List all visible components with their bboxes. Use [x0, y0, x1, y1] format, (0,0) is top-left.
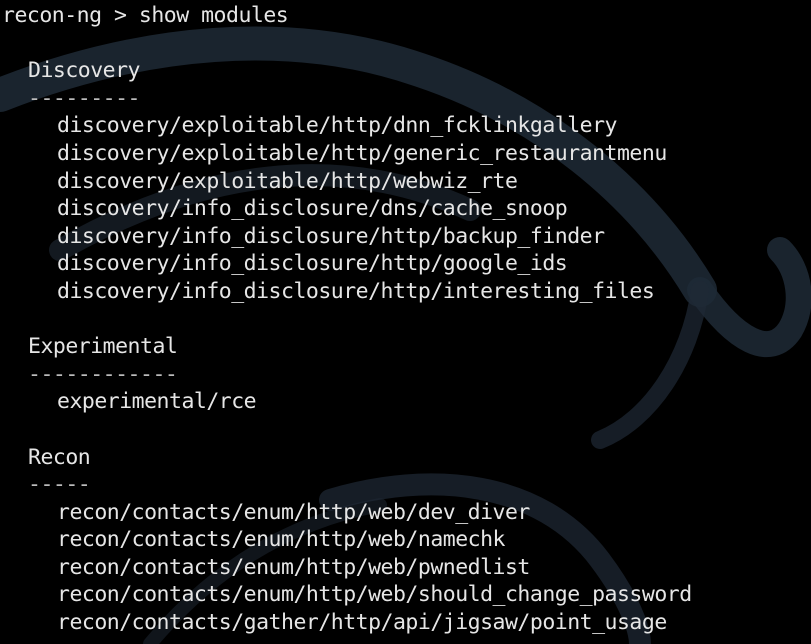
section-rule: ----- [28, 472, 91, 498]
module-item: discovery/info_disclosure/dns/cache_snoo… [57, 196, 568, 222]
command-line: recon-ng > show modules [0, 2, 811, 30]
prompt-text: recon-ng > [2, 3, 139, 28]
section-discovery: Discovery --------- discovery/exploitabl… [0, 57, 811, 305]
module-item: recon/contacts/enum/http/web/dev_diver [57, 499, 530, 525]
module-item: discovery/info_disclosure/http/interesti… [57, 278, 655, 304]
terminal-window[interactable]: recon-ng > show modules Discovery ------… [0, 0, 811, 644]
module-item: discovery/exploitable/http/generic_resta… [57, 140, 667, 166]
section-heading: Discovery [28, 58, 141, 84]
command-text: show modules [138, 3, 289, 28]
module-item: discovery/info_disclosure/http/backup_fi… [57, 223, 605, 249]
module-item: recon/contacts/enum/http/web/namechk [57, 527, 506, 553]
section-heading: Recon [28, 444, 91, 470]
section-rule: --------- [28, 85, 141, 111]
module-item: discovery/exploitable/http/webwiz_rte [57, 168, 518, 194]
module-item: discovery/exploitable/http/dnn_fcklinkga… [57, 113, 617, 139]
module-item: recon/contacts/gather/http/api/jigsaw/po… [57, 610, 667, 636]
module-item: experimental/rce [57, 389, 257, 415]
module-item: recon/contacts/enum/http/web/should_chan… [57, 582, 692, 608]
module-item: discovery/info_disclosure/http/google_id… [57, 251, 568, 277]
section-experimental: Experimental ------------ experimental/r… [0, 333, 811, 416]
module-item: recon/contacts/enum/http/web/pwnedlist [57, 554, 530, 580]
terminal-output: recon-ng > show modules Discovery ------… [0, 0, 811, 637]
section-heading: Experimental [28, 334, 178, 360]
section-recon: Recon ----- recon/contacts/enum/http/web… [0, 444, 811, 637]
section-rule: ------------ [28, 361, 178, 387]
